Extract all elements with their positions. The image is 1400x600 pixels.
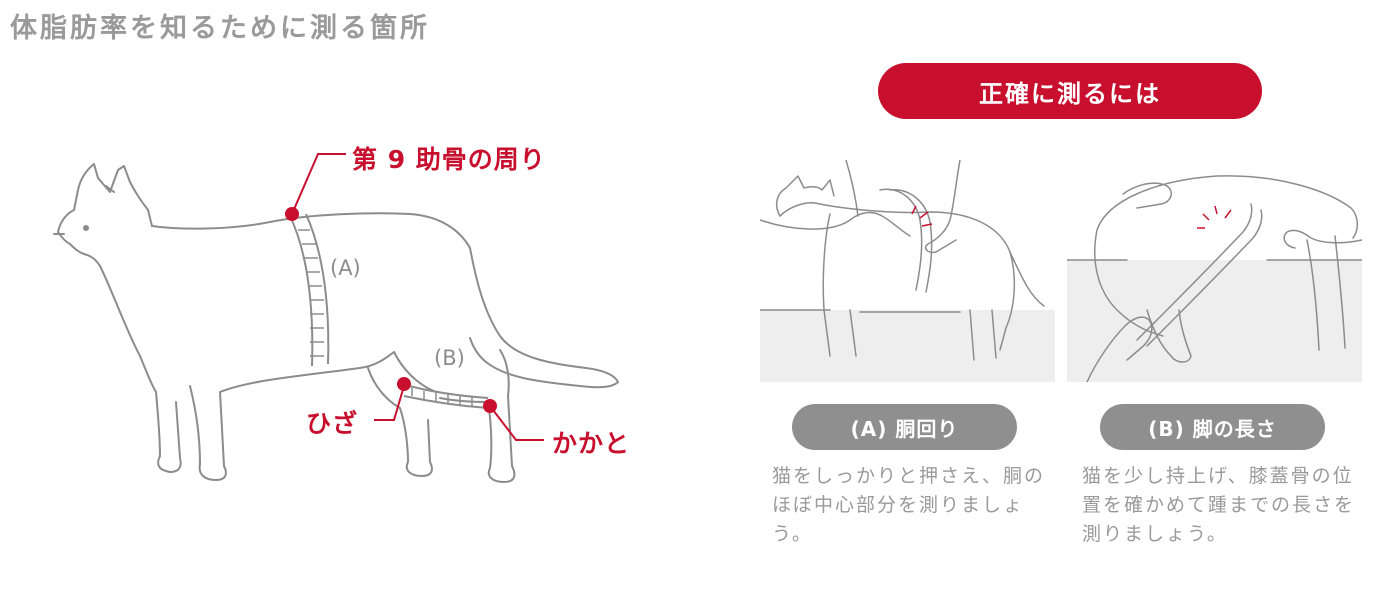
rib-marker-dot [285, 207, 299, 221]
panel-b-description: 猫を少し持上げ、膝蓋骨の位置を確かめて踵までの長さを測りましょう。 [1082, 465, 1356, 545]
floor-shading [760, 310, 1055, 382]
cat-belly-outline [219, 351, 395, 393]
callout-knee: ひざ [306, 409, 359, 438]
cat-head-photo-a [775, 175, 835, 217]
cat-front-leg-1 [155, 391, 182, 473]
callout-heel: かかと [552, 429, 631, 458]
tape-photo-a [879, 188, 933, 293]
cat-head-outline [57, 163, 153, 233]
cat-chest-outline [99, 265, 157, 393]
photo-panel-a [760, 160, 1055, 382]
cat-front-leg-2 [189, 385, 227, 481]
callout-lines [291, 153, 544, 441]
human-arm-right-b [1283, 229, 1362, 249]
callout-rib: 第 9 助骨の周り [352, 145, 546, 174]
human-arm-left [760, 160, 911, 237]
page-title: 体脂肪率を知るために測る箇所 [10, 13, 430, 44]
human-arm-right [924, 160, 961, 254]
emphasis-marks-b [1197, 205, 1232, 229]
knee-marker-dot [397, 377, 411, 391]
panel-a-label: (A) 胴回り [792, 404, 1017, 450]
measure-label-b: (B) [434, 346, 465, 370]
photo-panel-b [1067, 160, 1362, 382]
cat-diagram [53, 153, 619, 483]
heel-marker-dot [483, 399, 497, 413]
cat-back-outline [151, 212, 471, 249]
cat-tail-outline [469, 247, 619, 389]
panel-b-label: (B) 脚の長さ [1100, 404, 1325, 450]
human-hand-top [1122, 182, 1172, 209]
measure-label-a: (A) [330, 256, 361, 280]
tape-measure-a [289, 213, 330, 367]
how-to-header: 正確に測るには [878, 63, 1262, 119]
panel-a-description: 猫をしっかりと押さえ、胴のほぼ中心部分を測りましょう。 [772, 465, 1046, 545]
tape-measure-b [401, 383, 489, 409]
